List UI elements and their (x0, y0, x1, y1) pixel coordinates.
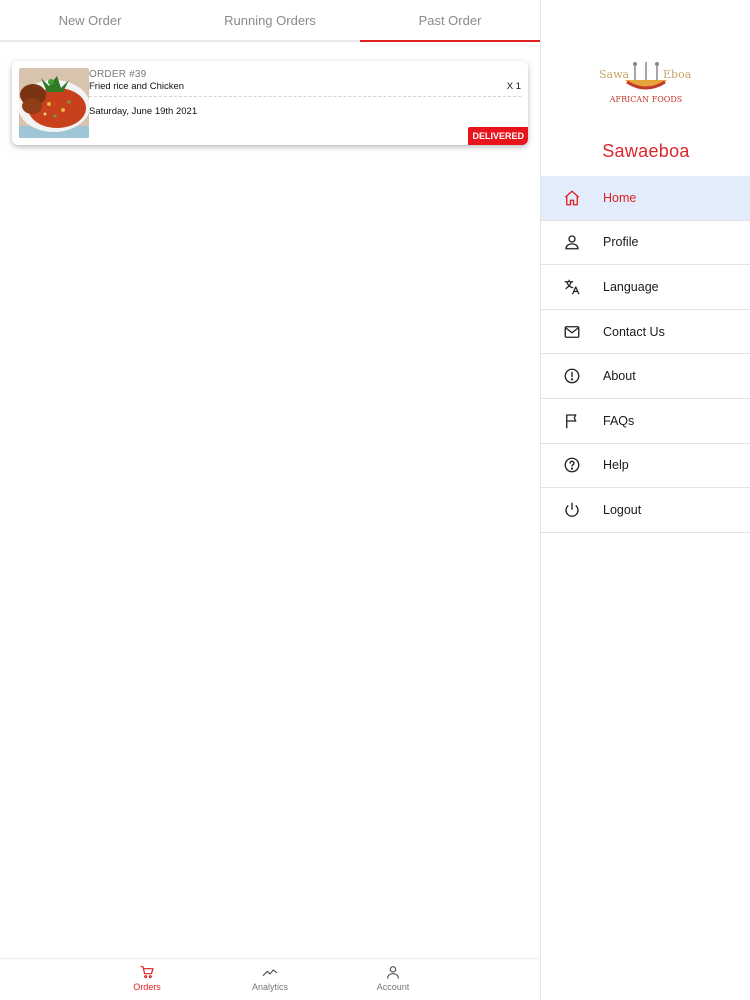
cart-icon (140, 966, 154, 979)
nav-label: Orders (133, 982, 161, 992)
menu-label: Help (603, 458, 629, 473)
order-date: Saturday, June 19th 2021 (89, 106, 198, 117)
drawer-menu: Home Profile Language Contact Us About F… (541, 176, 750, 533)
menu-label: Logout (603, 502, 642, 517)
info-icon (541, 367, 603, 385)
menu-label: About (603, 369, 636, 384)
person-icon (541, 233, 603, 251)
menu-label: Profile (603, 235, 639, 250)
analytics-icon (262, 969, 278, 976)
app: New Order Running Orders Past Order ORDE… (0, 0, 750, 1000)
flag-icon (541, 412, 603, 430)
nav-orders[interactable]: Orders (107, 964, 187, 992)
menu-item-contact-us[interactable]: Contact Us (541, 309, 750, 355)
order-tabs: New Order Running Orders Past Order (0, 0, 540, 42)
order-card[interactable]: ORDER #39 Fried rice and Chicken X 1 Sat… (12, 61, 528, 145)
logo-text-right: Eboa (663, 68, 692, 81)
order-number: ORDER #39 (89, 69, 147, 80)
menu-label: Contact Us (603, 324, 665, 339)
orders-screen: New Order Running Orders Past Order ORDE… (0, 0, 540, 1000)
translate-icon (541, 278, 603, 296)
tab-label: New Order (58, 12, 122, 28)
nav-label: Account (376, 982, 410, 992)
menu-item-profile[interactable]: Profile (541, 220, 750, 266)
menu-label: Home (603, 190, 637, 205)
menu-item-logout[interactable]: Logout (541, 488, 750, 533)
tab-past-order[interactable]: Past Order (360, 0, 540, 42)
menu-item-language[interactable]: Language (541, 265, 750, 310)
brand-logo: Sawa Eboa AFRICAN FOODS (541, 58, 750, 118)
menu-label: FAQs (603, 413, 635, 428)
side-drawer: Sawa Eboa AFRICAN FOODS Sawaeboa Home Pr… (540, 0, 750, 1000)
status-badge: DELIVERED (468, 127, 528, 145)
logo-text-bottom: AFRICAN FOODS (609, 95, 683, 104)
nav-analytics[interactable]: Analytics (230, 964, 310, 992)
tab-label: Past Order (418, 12, 482, 28)
bottom-navigation: Orders Analytics Account (0, 958, 540, 1000)
menu-item-about[interactable]: About (541, 354, 750, 399)
home-icon (541, 189, 603, 207)
power-icon (541, 501, 603, 519)
tab-label: Running Orders (224, 12, 316, 28)
order-item-name: Fried rice and Chicken (89, 81, 185, 92)
nav-label: Analytics (251, 982, 288, 992)
menu-item-faqs[interactable]: FAQs (541, 398, 750, 444)
help-icon (541, 456, 603, 474)
mail-icon (541, 323, 603, 341)
brand-name: Sawaeboa (602, 141, 690, 161)
fried-rice-chicken-photo (19, 68, 89, 138)
menu-item-help[interactable]: Help (541, 443, 750, 489)
menu-item-home[interactable]: Home (541, 176, 750, 221)
order-item-quantity: X 1 (506, 81, 521, 92)
account-icon (387, 966, 399, 979)
tab-running-orders[interactable]: Running Orders (180, 0, 360, 40)
order-item-row: Fried rice and Chicken X 1 (89, 81, 521, 97)
logo-text-left: Sawa (599, 68, 630, 81)
tab-new-order[interactable]: New Order (0, 0, 180, 40)
menu-label: Language (603, 279, 659, 294)
nav-account[interactable]: Account (353, 964, 433, 992)
order-details: ORDER #39 Fried rice and Chicken X 1 Sat… (89, 69, 521, 117)
